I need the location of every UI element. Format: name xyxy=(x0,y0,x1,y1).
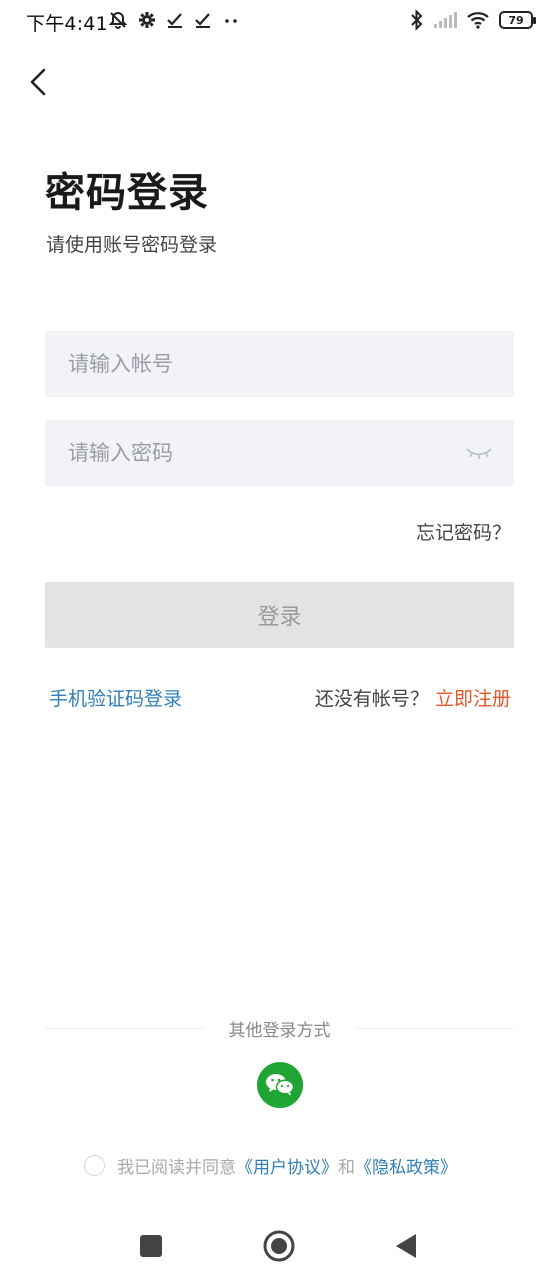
mute-alarm-icon xyxy=(108,10,128,30)
account-input[interactable] xyxy=(45,331,514,397)
status-left-icons xyxy=(108,10,240,30)
register-row: 还没有帐号？ 立即注册 xyxy=(315,684,511,711)
divider-line-right xyxy=(354,1027,514,1029)
password-input[interactable] xyxy=(45,420,514,486)
wechat-login-button[interactable] xyxy=(257,1062,303,1108)
settings-icon xyxy=(138,11,156,29)
password-field xyxy=(45,420,514,486)
login-button[interactable]: 登录 xyxy=(45,582,514,648)
status-bar: 下午4:41 79 xyxy=(0,0,559,44)
nav-home-button[interactable] xyxy=(259,1226,299,1266)
forgot-password-link[interactable]: 忘记密码？ xyxy=(416,518,511,545)
register-link[interactable]: 立即注册 xyxy=(435,688,511,710)
battery-indicator: 79 xyxy=(499,11,536,29)
nav-back-button[interactable] xyxy=(386,1226,426,1266)
page-subtitle: 请使用账号密码登录 xyxy=(46,234,218,256)
agreement-prefix: 我已阅读并同意 xyxy=(117,1158,236,1178)
password-visibility-toggle[interactable] xyxy=(464,442,494,464)
system-nav-bar xyxy=(0,1210,559,1280)
user-agreement-link[interactable]: 《用户协议》 xyxy=(236,1153,338,1178)
check-icon xyxy=(166,11,184,29)
nav-recents-button[interactable] xyxy=(131,1226,171,1266)
page-title: 密码登录 xyxy=(45,170,209,216)
agreement-row: 我已阅读并同意 《用户协议》 和 《隐私政策》 xyxy=(84,1153,457,1178)
divider-line-left xyxy=(45,1027,205,1029)
agree-checkbox[interactable] xyxy=(84,1155,105,1176)
wifi-icon xyxy=(466,10,490,30)
status-right-icons: 79 xyxy=(410,9,536,31)
bluetooth-icon xyxy=(410,9,424,31)
wechat-icon xyxy=(266,1074,295,1096)
circle-icon xyxy=(263,1230,295,1262)
square-icon xyxy=(140,1235,162,1257)
triangle-back-icon xyxy=(396,1234,416,1258)
status-time: 下午4:41 xyxy=(26,13,108,35)
cellular-signal-icon xyxy=(433,11,457,29)
privacy-policy-link[interactable]: 《隐私政策》 xyxy=(355,1153,457,1178)
check-icon xyxy=(194,11,212,29)
more-dots-icon xyxy=(222,11,240,29)
back-button[interactable] xyxy=(18,62,58,102)
eye-closed-icon xyxy=(466,448,492,459)
sms-login-link[interactable]: 手机验证码登录 xyxy=(49,684,182,711)
no-account-text: 还没有帐号？ xyxy=(314,688,429,710)
chevron-left-icon xyxy=(30,68,46,96)
agreement-and: 和 xyxy=(338,1158,355,1178)
account-field xyxy=(45,331,514,397)
other-login-divider: 其他登录方式 xyxy=(45,1014,514,1042)
other-login-label: 其他登录方式 xyxy=(228,1020,331,1041)
